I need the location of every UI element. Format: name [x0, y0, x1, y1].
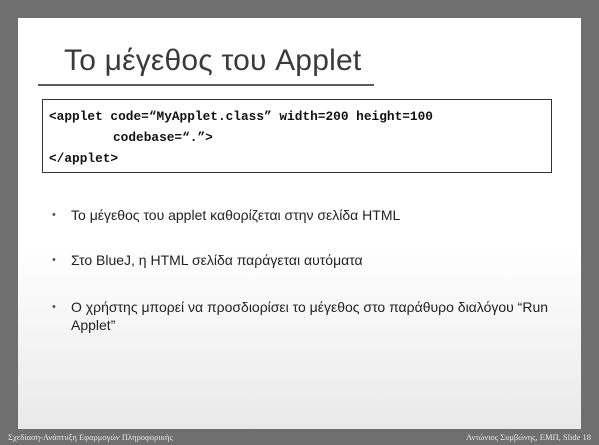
- code-block: <applet code=“MyApplet.class” width=200 …: [42, 99, 552, 173]
- bullet-text: Στο BlueJ, η HTML σελίδα παράγεται αυτόμ…: [71, 252, 363, 268]
- bullet-dot-icon: •: [52, 209, 56, 221]
- bullet-item: • Ο χρήστης μπορεί να προσδιορίσει το μέ…: [52, 298, 552, 334]
- code-line: </applet>: [49, 151, 119, 166]
- bullet-item: • Στο BlueJ, η HTML σελίδα παράγεται αυτ…: [52, 251, 363, 269]
- bullet-text: Το μέγεθος του applet καθορίζεται στην σ…: [71, 207, 401, 223]
- footer-author-slide: Αντώνιος Συμβώνης, ΕΜΠ, Slide 18: [465, 432, 591, 442]
- footer-course: Σχεδίαση-Ανάπτυξη Εφαρμογών Πληροφορικής: [8, 432, 173, 442]
- code-line: codebase=“.”>: [113, 130, 213, 145]
- bullet-dot-icon: •: [52, 301, 56, 313]
- bullet-dot-icon: •: [52, 254, 56, 266]
- code-line: <applet code=“MyApplet.class” width=200 …: [49, 109, 433, 124]
- slide-footer: Σχεδίαση-Ανάπτυξη Εφαρμογών Πληροφορικής…: [0, 429, 599, 445]
- slide-title: Το μέγεθος του Applet: [64, 44, 362, 77]
- slide: Το μέγεθος του Applet <applet code=“MyAp…: [0, 0, 599, 445]
- title-underline: [38, 84, 374, 86]
- bullet-text: Ο χρήστης μπορεί να προσδιορίσει το μέγε…: [71, 299, 549, 333]
- bullet-item: • Το μέγεθος του applet καθορίζεται στην…: [52, 206, 400, 224]
